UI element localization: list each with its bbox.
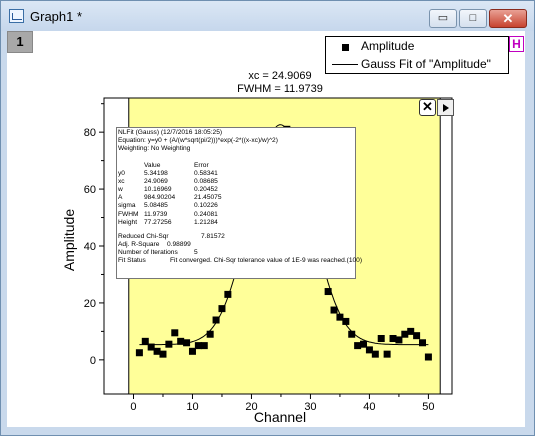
x-tick-label: 30 [304,401,316,413]
param-name: xc [118,178,125,186]
adj-r2-label: Adj. R-Square [118,241,160,248]
y-axis-label: Amplitude [61,209,77,271]
param-error: 0.10226 [194,202,218,210]
data-point [342,317,350,325]
data-point [165,340,173,348]
y-tick-label: 40 [84,241,96,253]
param-name: y0 [118,170,125,177]
data-point [183,339,191,347]
fit-weighting: Weighting: No Weighting [118,145,191,152]
data-point [135,349,143,357]
reduced-chisqr-value: 7.81572 [201,233,225,240]
data-point [383,350,391,358]
param-error: 21.45075 [194,194,222,202]
y-tick-label: 80 [84,127,96,139]
data-point [330,306,338,314]
data-point [348,330,356,338]
data-point [206,330,214,338]
param-error: 0.08685 [194,178,218,186]
hidden-object-badge[interactable]: H [509,36,524,52]
param-value: 10.16969 [144,186,172,194]
col-value-header: Value [144,162,161,169]
fit-report-expand-button[interactable] [437,99,454,116]
reduced-chisqr-label: Reduced Chi-Sqr [118,233,169,240]
param-name: Height [118,218,138,226]
param-name: w [118,186,123,194]
data-point [159,350,167,358]
y-tick-label: 0 [90,355,96,367]
legend-symbol-amplitude [342,44,349,51]
fit-equation: Equation: y=y0 + (A/(w*sqrt(pi/2)))*exp(… [118,137,278,144]
fit-header: NLFit (Gauss) (12/7/2016 18:05:25) [118,129,223,136]
x-tick-label: 40 [363,401,375,413]
x-tick-label: 10 [186,401,198,413]
data-point [377,335,385,342]
fit-report-table[interactable]: NLFit (Gauss) (12/7/2016 18:05:25) Equat… [116,127,362,279]
data-point [371,350,379,358]
param-error: 1.21284 [194,218,218,226]
iterations-label: Number of Iterations [118,249,178,256]
fit-status-label: Fit Status [118,257,146,264]
param-value: 5.34198 [144,170,168,177]
param-error: 0.24081 [194,210,218,218]
param-name: FWHM [118,210,139,218]
iterations-value: 5 [194,249,198,256]
xc-annotation: xc = 24.9069 [248,70,311,82]
param-value: 11.9739 [144,210,168,218]
legend-entry-amplitude: Amplitude [361,39,415,53]
param-error: 0.58341 [194,170,218,177]
data-point [212,316,220,324]
data-point [324,288,332,296]
param-name: A [118,194,123,202]
x-tick-label: 50 [422,401,434,413]
param-value: 24.9069 [144,178,168,186]
x-axis-label: Channel [254,409,306,425]
y-tick-label: 60 [84,184,96,196]
data-point [419,339,427,347]
fit-report-close-button[interactable]: ✕ [419,99,436,116]
data-point [424,353,432,361]
data-point [224,290,232,298]
legend-entry-fit: Gauss Fit of "Amplitude" [361,57,491,71]
y-tick-label: 20 [84,298,96,310]
col-error-header: Error [194,162,209,169]
fit-status-value: Fit converged. Chi-Sqr tolerance value o… [170,257,363,264]
adj-r2-value: 0.98899 [167,241,191,248]
param-name: sigma [118,202,136,210]
fwhm-annotation: FWHM = 11.9739 [237,83,323,95]
param-error: 0.20452 [194,186,218,194]
param-value: 77.27256 [144,218,172,226]
data-point [200,342,208,350]
x-tick-label: 0 [130,401,136,413]
data-point [413,332,421,340]
param-value: 984.90204 [144,194,176,202]
param-value: 5.08485 [144,202,168,210]
legend-line-fit [332,64,358,65]
legend[interactable]: Amplitude Gauss Fit of "Amplitude" [325,36,509,74]
data-point [171,329,179,337]
data-point [218,305,226,313]
